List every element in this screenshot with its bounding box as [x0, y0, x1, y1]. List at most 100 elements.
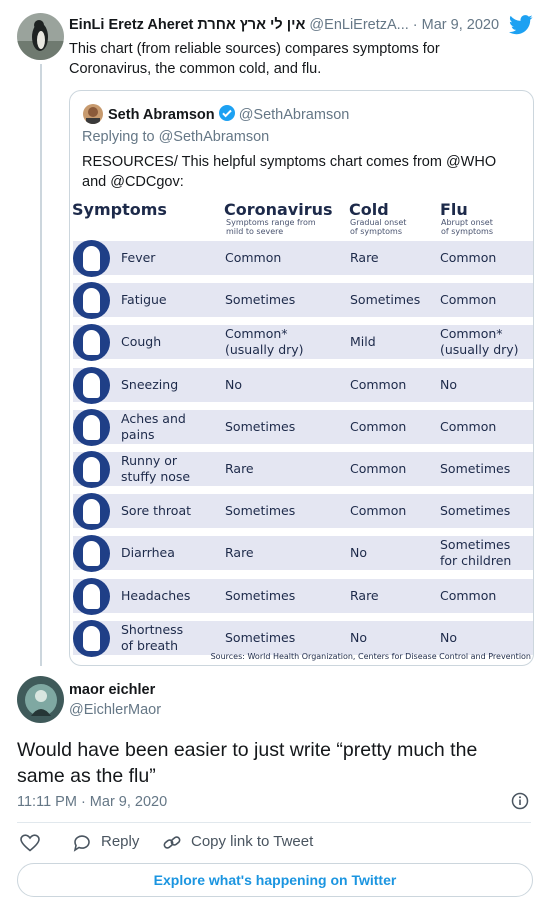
- tweet1-text-line2: Coronavirus, the common cold, and flu.: [69, 61, 322, 77]
- col-sub-coronavirus-2: mild to severe: [226, 227, 284, 236]
- tweet1-text: This chart (from reliable sources) compa…: [69, 39, 440, 79]
- symptom-icon: [73, 282, 110, 320]
- quoted-text: RESOURCES/ This helpful symptoms chart c…: [82, 152, 496, 192]
- cell-line: Sometimes: [225, 629, 296, 645]
- cell-line: of breath: [121, 637, 178, 653]
- cell-symptom: Headaches: [121, 588, 190, 604]
- tweet1-handle[interactable]: @EnLiEretzA...: [309, 17, 408, 33]
- tweet2-author-name[interactable]: maor eichler: [69, 682, 155, 698]
- tweet2-text-line2: same as the flu”: [17, 765, 156, 787]
- quoted-text-line1: RESOURCES/ This helpful symptoms chart c…: [82, 154, 497, 170]
- cell-line: Sometimes: [440, 537, 511, 553]
- cell-line: Common*: [225, 326, 288, 342]
- tweet1-author-name[interactable]: EinLi Eretz Aheret אין לי ארץ אחרת: [69, 17, 305, 33]
- cell-line: Common: [440, 587, 497, 603]
- col-sub-flu-2: of symptoms: [441, 227, 494, 236]
- cell-line: Sometimes: [440, 461, 511, 476]
- avatar-maor-image: [25, 684, 57, 716]
- copy-link-button[interactable]: Copy link to Tweet: [191, 833, 313, 850]
- avatar-einli[interactable]: [17, 13, 64, 60]
- cell-line: Diarrhea: [121, 545, 175, 561]
- chart-source: Sources: World Health Organization, Cent…: [210, 652, 531, 661]
- cell-corona: Sometimes: [225, 630, 295, 646]
- link-icon[interactable]: [162, 834, 182, 852]
- cell-line: Sometimes: [225, 503, 296, 519]
- penguin-avatar-image: [17, 20, 64, 60]
- cell-line: pains: [121, 426, 155, 442]
- cell-line: No: [440, 376, 457, 392]
- tweet2-timestamp[interactable]: 11:11 PM · Mar 9, 2020: [17, 794, 167, 810]
- cell-corona: Sometimes: [225, 503, 295, 519]
- cell-corona: Sometimes: [225, 588, 295, 604]
- cell-line: Sometimes: [440, 503, 511, 519]
- cell-line: stuffy nose: [121, 469, 191, 484]
- cell-flu: Common* (usually dry): [440, 326, 519, 358]
- symptom-icon: [73, 577, 110, 615]
- cell-flu: Common: [440, 250, 496, 266]
- cell-corona: Sometimes: [225, 419, 295, 435]
- cell-line: Aches and: [121, 410, 186, 426]
- cell-line: Common*: [440, 326, 503, 342]
- cell-flu: Common: [440, 292, 496, 308]
- col-header-symptoms: Symptoms: [72, 200, 167, 219]
- cell-flu: No: [440, 630, 457, 646]
- cell-corona: Common* (usually dry): [225, 326, 304, 358]
- cell-line: Headaches: [121, 587, 191, 603]
- cell-flu: Sometimes for children: [440, 537, 511, 569]
- cell-line: Sometimes: [225, 418, 296, 434]
- cell-line: Common: [225, 250, 282, 265]
- cell-corona: No: [225, 377, 242, 393]
- thread-line: [40, 64, 42, 666]
- cell-symptom: Cough: [121, 334, 161, 350]
- cell-line: Common: [350, 461, 407, 476]
- cell-cold: Rare: [350, 588, 379, 604]
- cell-symptom: Shortness of breath: [121, 622, 183, 654]
- quoted-tweet-card[interactable]: Seth Abramson @SethAbramson Replying to …: [69, 90, 534, 666]
- cell-line: Common: [350, 503, 407, 519]
- like-heart-icon[interactable]: [20, 834, 40, 852]
- reply-icon[interactable]: [72, 834, 92, 852]
- tweet2-text: Would have been easier to just write “pr…: [17, 737, 477, 789]
- tweet2-handle[interactable]: @EichlerMaor: [69, 702, 161, 718]
- symptom-icon: [73, 493, 110, 531]
- cell-line: Fatigue: [121, 292, 167, 308]
- cell-cold: Mild: [350, 334, 376, 350]
- symptom-icon: [73, 619, 110, 657]
- verified-badge-icon: [218, 105, 235, 121]
- symptom-icon: [73, 240, 110, 277]
- cell-line: Runny or: [121, 453, 178, 468]
- cell-cold: Common: [350, 419, 406, 435]
- cell-line: Sneezing: [121, 376, 179, 392]
- cell-line: Sometimes: [225, 292, 296, 308]
- col-sub-cold-1: Gradual onset: [350, 218, 407, 227]
- tweet1-header: EinLi Eretz Aheret אין לי ארץ אחרת @EnLi…: [69, 17, 499, 33]
- divider: [17, 822, 531, 823]
- info-icon[interactable]: [511, 792, 529, 810]
- symptom-icon: [73, 408, 110, 446]
- reply-button[interactable]: Reply: [101, 833, 139, 850]
- explore-button[interactable]: Explore what's happening on Twitter: [17, 863, 533, 897]
- cell-cold: Common: [350, 377, 406, 393]
- col-header-cold: Cold: [349, 200, 389, 219]
- cell-line: Fever: [121, 250, 156, 265]
- symptoms-chart[interactable]: Symptoms Coronavirus Symptoms range from…: [70, 199, 533, 665]
- quoted-handle[interactable]: @SethAbramson: [239, 107, 350, 123]
- avatar-maor[interactable]: [17, 676, 64, 723]
- quoted-text-line2: and @CDCgov:: [82, 174, 184, 190]
- quoted-author-name[interactable]: Seth Abramson: [108, 107, 215, 123]
- cell-symptom: Fatigue: [121, 292, 167, 308]
- col-sub-flu-1: Abrupt onset: [441, 218, 493, 227]
- col-sub-coronavirus-1: Symptoms range from: [226, 218, 316, 227]
- col-header-flu: Flu: [440, 200, 468, 219]
- cell-symptom: Diarrhea: [121, 545, 175, 561]
- twitter-bird-icon[interactable]: [509, 14, 533, 36]
- cell-flu: Common: [440, 588, 496, 604]
- cell-symptom: Fever: [121, 250, 155, 266]
- cell-line: Common: [350, 376, 407, 392]
- tweet1-date[interactable]: · Mar 9, 2020: [413, 17, 499, 33]
- cell-line: No: [225, 376, 242, 392]
- cell-cold: Common: [350, 503, 406, 519]
- replying-to[interactable]: Replying to @SethAbramson: [82, 129, 269, 145]
- cell-line: Cough: [121, 334, 162, 350]
- cell-line: Rare: [225, 461, 254, 476]
